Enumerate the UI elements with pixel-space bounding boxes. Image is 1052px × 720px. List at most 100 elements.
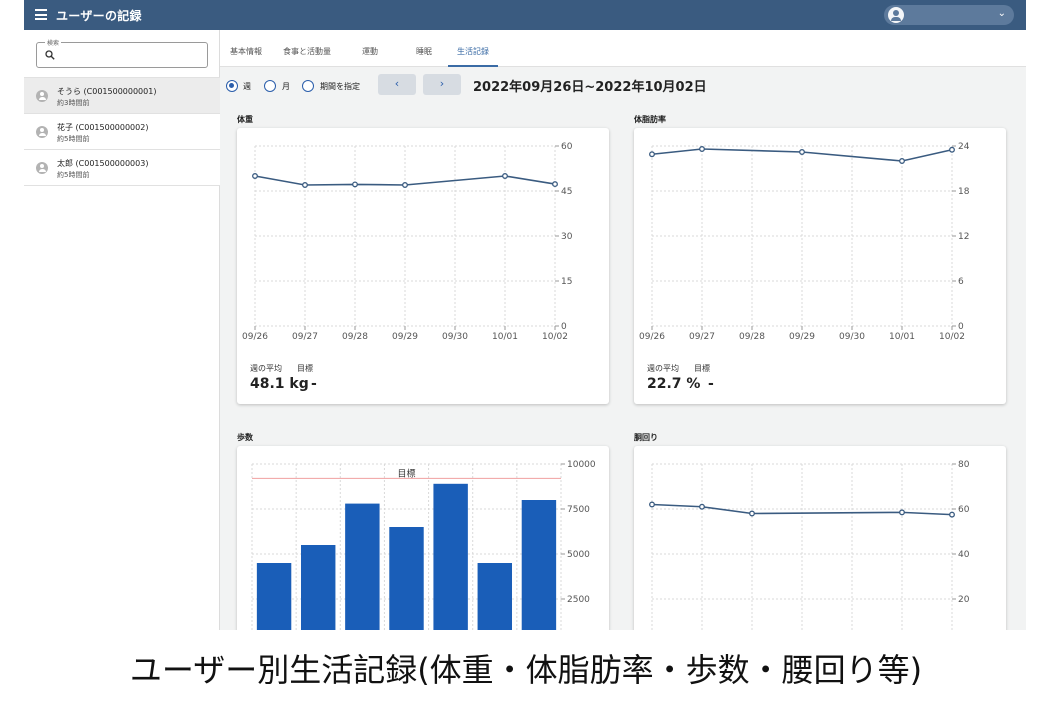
y-tick-label: 40 [958,550,970,560]
y-tick-label: 60 [561,142,573,152]
bar [477,563,513,630]
user-avatar-icon [36,90,48,102]
data-point [649,501,655,508]
user-avatar-icon [36,126,48,138]
user-name: 花子 (C001500000002) [57,123,149,132]
user-list-item[interactable]: 花子 (C001500000002) 約5時間前 [24,114,220,150]
x-tick-label: 09/26 [242,332,268,342]
weight-avg-label: 週の平均 [250,364,282,373]
y-tick-label: 45 [561,187,572,197]
date-range: 2022年09月26日~2022年10月02日 [473,80,707,95]
x-tick-label: 09/28 [342,332,368,342]
weight-goal-label: 目標 [297,364,313,373]
weight-chart: 0 15 30 45 60 09/26 09/27 09/28 09/29 09/30 10/01 1… [242,142,573,342]
data-point [699,146,705,152]
x-tick-label: 10/02 [542,332,568,342]
tab-basic-info[interactable]: 基本情報 [230,46,262,57]
bodyfat-chart: 0 6 12 18 24 09/26 09/27 09/28 09/29 09/30 10/01 10… [639,142,970,342]
bodyfat-goal-value: - [708,376,714,392]
y-tick-label: 15 [561,277,572,287]
data-point [649,151,655,158]
radio-custom-period[interactable] [302,80,314,92]
tab-life-record[interactable]: 生活記録 [457,46,489,57]
data-point [402,182,408,188]
y-tick-label: 2500 [567,595,590,605]
data-point [899,158,905,164]
data-point [302,182,308,188]
bodyfat-avg-value: 22.7 % [647,376,701,392]
previous-period-button[interactable]: ‹ [378,74,416,95]
data-point [502,173,508,179]
x-tick-label: 09/26 [639,332,665,342]
goal-line-label: 目標 [397,467,415,479]
tab-exercise[interactable]: 運動 [362,46,378,57]
data-point [949,511,955,518]
bodyfat-avg-label: 週の平均 [647,364,679,373]
account-menu[interactable]: ⌄ [884,5,1014,25]
y-tick-label: 20 [958,595,970,605]
y-tick-label: 80 [958,460,970,470]
search-icon [45,50,55,60]
steps-card-title: 歩数 [237,433,253,442]
search-label: 検索 [45,38,62,47]
user-avatar-icon [36,162,48,174]
tab-sleep[interactable]: 睡眠 [416,46,432,57]
user-last-updated: 約3時間前 [57,99,90,107]
user-name: そうら (C001500000001) [57,87,157,96]
y-tick-label: 0 [958,322,964,332]
tab-bar: 基本情報 食事と活動量 運動 睡眠 生活記録 [220,30,1026,67]
user-name: 太郎 (C001500000003) [57,159,149,168]
bar [345,503,380,630]
caption: ユーザー別生活記録(体重・体脂肪率・歩数・腰回り等) [129,651,923,689]
y-tick-label: 18 [958,187,970,197]
waist-card-title: 胴回り [634,433,658,442]
chevron-down-icon: ⌄ [997,8,1006,19]
x-tick-label: 09/30 [442,332,468,342]
search-input[interactable]: 検索 [36,38,208,68]
app-title: ユーザーの記録 [56,9,142,23]
radio-month[interactable] [264,80,276,92]
x-tick-label: 09/30 [839,332,865,342]
y-tick-label: 6 [958,277,964,287]
next-period-button[interactable]: › [423,74,461,95]
menu-icon[interactable] [35,9,47,20]
active-tab-indicator [448,65,498,67]
bar [521,500,557,630]
bar [300,545,336,630]
user-last-updated: 約5時間前 [57,171,90,179]
data-point [352,181,358,188]
bodyfat-card-title: 体脂肪率 [634,115,666,124]
steps-card: 2500 5000 7500 10000 目標 [237,446,609,630]
waist-chart: 2040608009/2609/2709/2809/2909/3010/0110… [649,460,970,630]
user-list-item[interactable]: そうら (C001500000001) 約3時間前 [24,78,220,114]
data-point [949,146,955,153]
tab-meals-activity[interactable]: 食事と活動量 [283,46,331,57]
bar [433,483,468,630]
weight-card-title: 体重 [237,115,253,124]
user-list: そうら (C001500000001) 約3時間前 花子 (C001500000… [24,77,220,186]
app-bar: ユーザーの記録 ⌄ [24,0,1026,30]
y-tick-label: 0 [561,322,567,332]
account-avatar-icon [888,7,904,23]
sidebar: 検索 そうら (C001500000001) 約3時間前 花子 (C001500… [24,30,220,630]
x-tick-label: 10/01 [492,332,518,342]
bodyfat-goal-label: 目標 [694,364,710,373]
y-tick-label: 5000 [567,550,590,560]
x-tick-label: 10/02 [939,332,965,342]
data-point [899,509,905,516]
x-tick-label: 10/01 [889,332,915,342]
bar [256,563,292,630]
y-tick-label: 60 [958,505,970,515]
radio-week-label: 週 [243,82,251,91]
radio-week[interactable] [226,80,238,92]
bar [389,527,424,630]
bodyfat-card: 0 6 12 18 24 09/26 09/27 09/28 09/29 09/30 10/01 10… [634,128,1006,404]
user-last-updated: 約5時間前 [57,135,90,143]
radio-month-label: 月 [282,82,290,91]
weight-card: 0 15 30 45 60 09/26 09/27 09/28 09/29 09/30 10/01 1… [237,128,609,404]
user-list-item[interactable]: 太郎 (C001500000003) 約5時間前 [24,150,220,186]
weight-avg-value: 48.1 kg [250,376,309,392]
x-tick-label: 09/27 [689,332,715,342]
waist-card: 2040608009/2609/2709/2809/2909/3010/0110… [634,446,1006,630]
y-tick-label: 30 [561,232,573,242]
